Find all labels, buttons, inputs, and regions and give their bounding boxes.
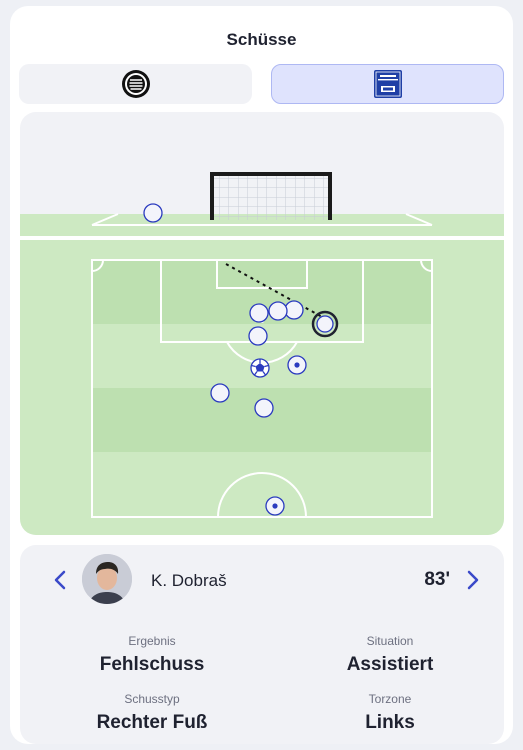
stat-goal-zone: Torzone Links [290,692,490,734]
player-avatar [82,554,132,604]
stat-goal-zone-value: Links [365,712,415,733]
stat-shot-type: Schusstyp Rechter Fuß [52,692,252,734]
chevron-left-icon [54,570,66,590]
shot-marker[interactable] [249,303,269,323]
shots-card: Schüsse K. Dobraš 83' Ergebnis Fehlschus… [10,6,513,744]
chevron-right-icon [467,570,479,590]
shot-on-target-dot [294,362,300,368]
shot-map-svg [20,112,504,535]
next-shot-button[interactable] [460,567,486,593]
shot-marker[interactable] [254,398,274,418]
goal-marker[interactable] [250,358,270,378]
shot-marker[interactable] [284,300,304,320]
stat-result: Ergebnis Fehlschuss [52,634,252,676]
sturm-graz-logo-icon [121,70,150,98]
shot-marker[interactable] [210,383,230,403]
stat-result-label: Ergebnis [128,634,176,648]
stat-result-value: Fehlschuss [99,654,205,675]
shot-marker[interactable] [248,326,268,346]
shot-minute: 83' [424,569,450,590]
team-tab-away[interactable] [271,64,504,104]
shot-marker-selected[interactable] [316,315,334,333]
shot-marker[interactable] [143,203,163,223]
blau-weiss-linz-logo-icon [373,70,402,98]
previous-shot-button[interactable] [47,567,73,593]
stat-goal-zone-label: Torzone [368,692,412,706]
stat-situation-label: Situation [366,634,414,648]
team-tab-home[interactable] [19,64,252,104]
page-title: Schüsse [226,30,297,49]
player-name: K. Dobraš [151,571,227,590]
shot-detail-panel: K. Dobraš 83' Ergebnis Fehlschuss Situat… [20,545,504,744]
stat-situation: Situation Assistiert [290,634,490,676]
shot-map [20,112,504,535]
shot-on-target-dot [272,503,278,509]
stat-shot-type-value: Rechter Fuß [96,712,208,733]
stat-shot-type-label: Schusstyp [124,692,180,706]
shot-marker[interactable] [268,301,288,321]
stat-situation-value: Assistiert [346,654,434,675]
